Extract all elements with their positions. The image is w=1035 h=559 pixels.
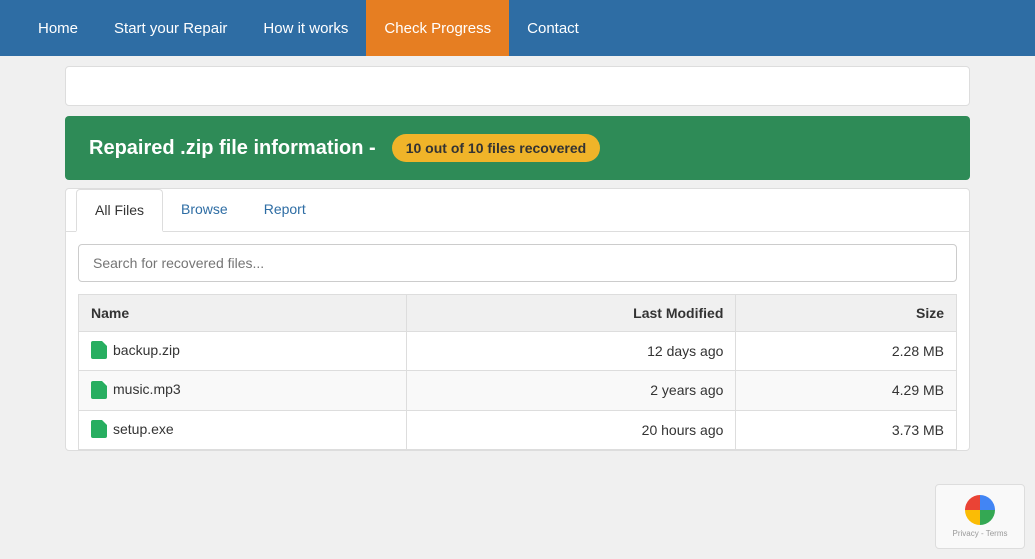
tab-report[interactable]: Report: [246, 189, 324, 232]
nav-contact[interactable]: Contact: [509, 0, 597, 56]
table-row: backup.zip 12 days ago 2.28 MB: [79, 332, 957, 371]
nav-start-repair[interactable]: Start your Repair: [96, 0, 245, 56]
file-icon: [91, 420, 107, 438]
file-icon: [91, 341, 107, 359]
cell-name: setup.exe: [79, 410, 407, 449]
cell-modified: 20 hours ago: [406, 410, 735, 449]
top-bar: [65, 66, 970, 106]
files-table-wrapper: Name Last Modified Size backup.zip 12 da…: [66, 282, 969, 450]
table-header-row: Name Last Modified Size: [79, 295, 957, 332]
cell-name: backup.zip: [79, 332, 407, 371]
file-icon: [91, 381, 107, 399]
nav-how-it-works[interactable]: How it works: [245, 0, 366, 56]
tab-all-files[interactable]: All Files: [76, 189, 163, 232]
cell-modified: 12 days ago: [406, 332, 735, 371]
nav-home[interactable]: Home: [20, 0, 96, 56]
table-row: setup.exe 20 hours ago 3.73 MB: [79, 410, 957, 449]
recovery-badge: 10 out of 10 files recovered: [392, 134, 601, 162]
tabs-bar: All Files Browse Report: [66, 189, 969, 232]
cell-size: 4.29 MB: [736, 371, 957, 410]
search-input[interactable]: [78, 244, 957, 282]
table-row: music.mp3 2 years ago 4.29 MB: [79, 371, 957, 410]
banner-title: Repaired .zip file information -: [89, 137, 376, 160]
files-table: Name Last Modified Size backup.zip 12 da…: [78, 294, 957, 450]
cell-modified: 2 years ago: [406, 371, 735, 410]
cell-name: music.mp3: [79, 371, 407, 410]
navigation: Home Start your Repair How it works Chec…: [0, 0, 1035, 56]
tab-browse[interactable]: Browse: [163, 189, 246, 232]
cell-size: 2.28 MB: [736, 332, 957, 371]
search-box: [78, 244, 957, 282]
col-size: Size: [736, 295, 957, 332]
recaptcha-widget: Privacy - Terms: [935, 484, 1025, 549]
nav-check-progress[interactable]: Check Progress: [366, 0, 509, 56]
cell-size: 3.73 MB: [736, 410, 957, 449]
files-panel: All Files Browse Report Name Last Modifi…: [65, 188, 970, 451]
recaptcha-logo: [965, 495, 995, 525]
repair-info-banner: Repaired .zip file information - 10 out …: [65, 116, 970, 180]
recaptcha-text: Privacy - Terms: [953, 529, 1008, 538]
col-name: Name: [79, 295, 407, 332]
col-modified: Last Modified: [406, 295, 735, 332]
